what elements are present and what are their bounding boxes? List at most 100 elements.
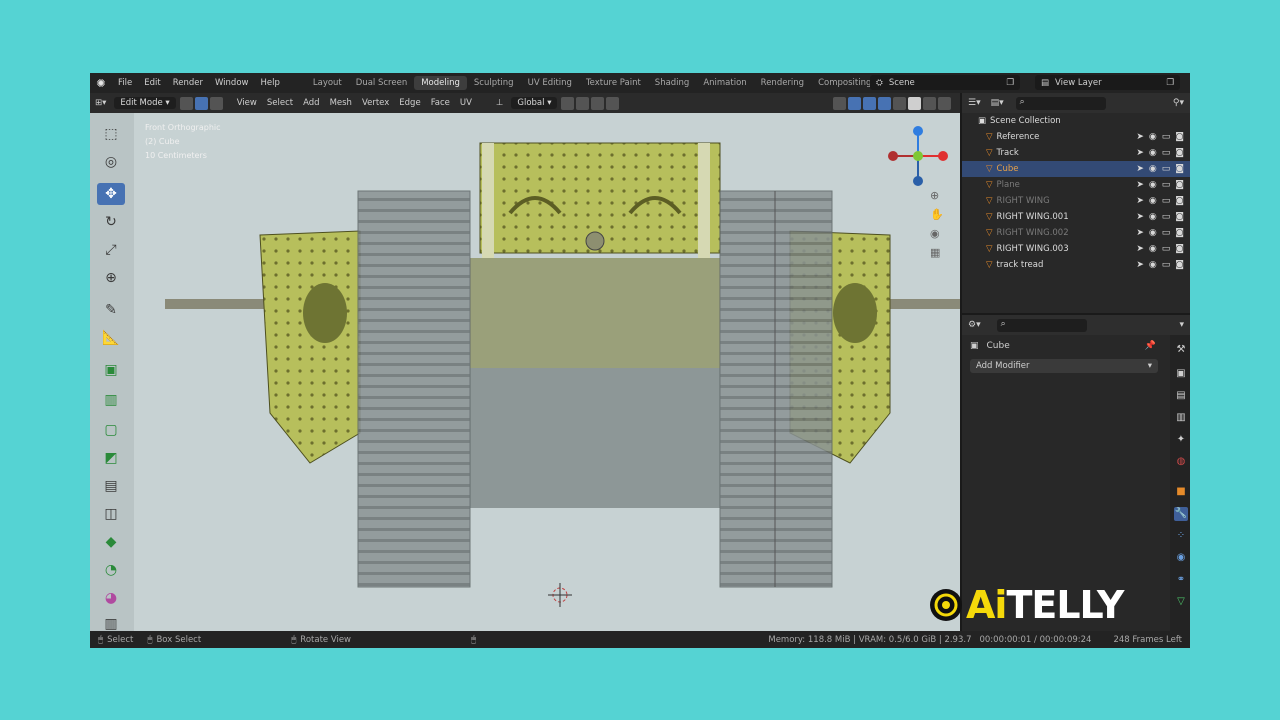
constraints-tab-icon[interactable]: ⚭ bbox=[1174, 573, 1188, 587]
monitor-icon[interactable]: ▭ bbox=[1162, 196, 1171, 206]
zoom-icon[interactable]: ⊕ bbox=[930, 189, 944, 202]
smooth-icon[interactable]: ◕ bbox=[97, 587, 125, 609]
monitor-icon[interactable]: ▭ bbox=[1162, 164, 1171, 174]
camera-icon[interactable]: ◙ bbox=[1175, 260, 1184, 270]
knife-icon[interactable]: ◫ bbox=[97, 503, 125, 525]
orientation-select[interactable]: Global ▾ bbox=[511, 97, 558, 109]
eye-icon[interactable]: ◉ bbox=[1149, 180, 1157, 190]
render-tab-icon[interactable]: ▣ bbox=[1174, 367, 1188, 381]
tab-compositing[interactable]: Compositing bbox=[811, 76, 878, 90]
world-tab-icon[interactable]: ◍ bbox=[1174, 455, 1188, 469]
select-arrow-icon[interactable]: ➤ bbox=[1136, 228, 1144, 238]
eye-icon[interactable]: ◉ bbox=[1149, 228, 1157, 238]
monitor-icon[interactable]: ▭ bbox=[1162, 244, 1171, 254]
material-shading-icon[interactable] bbox=[923, 96, 936, 110]
menu-file[interactable]: File bbox=[112, 78, 138, 88]
camera-icon[interactable]: ◙ bbox=[1175, 180, 1184, 190]
menu-help[interactable]: Help bbox=[254, 78, 285, 88]
snap-icon[interactable] bbox=[576, 96, 590, 110]
tab-rendering[interactable]: Rendering bbox=[754, 76, 811, 90]
tab-uv-editing[interactable]: UV Editing bbox=[521, 76, 579, 90]
select-arrow-icon[interactable]: ➤ bbox=[1136, 260, 1144, 270]
outliner-row[interactable]: ▽ Plane ➤ ◉ ▭ ◙ bbox=[962, 177, 1190, 193]
gizmo-icon[interactable] bbox=[848, 96, 861, 110]
menu-add[interactable]: Add bbox=[298, 96, 324, 110]
poly-build-icon[interactable]: ◆ bbox=[97, 531, 125, 553]
outliner-row[interactable]: ▽ Reference ➤ ◉ ▭ ◙ bbox=[962, 129, 1190, 145]
face-select-icon[interactable] bbox=[209, 96, 223, 110]
camera-icon[interactable]: ◙ bbox=[1175, 164, 1184, 174]
chevron-down-icon[interactable]: ▾ bbox=[1179, 320, 1184, 330]
eye-icon[interactable]: ◉ bbox=[1149, 148, 1157, 158]
tab-texture-paint[interactable]: Texture Paint bbox=[579, 76, 648, 90]
edge-select-icon[interactable] bbox=[194, 96, 208, 110]
tab-sculpting[interactable]: Sculpting bbox=[467, 76, 521, 90]
move-icon[interactable]: ✥ bbox=[97, 183, 125, 205]
menu-uv[interactable]: UV bbox=[455, 96, 477, 110]
monitor-icon[interactable]: ▭ bbox=[1162, 212, 1171, 222]
monitor-icon[interactable]: ▭ bbox=[1162, 148, 1171, 158]
pivot-icon[interactable] bbox=[561, 96, 575, 110]
menu-face[interactable]: Face bbox=[426, 96, 455, 110]
rendered-shading-icon[interactable] bbox=[938, 96, 951, 110]
select-arrow-icon[interactable]: ➤ bbox=[1136, 180, 1144, 190]
wireframe-shading-icon[interactable] bbox=[893, 96, 906, 110]
select-arrow-icon[interactable]: ➤ bbox=[1136, 244, 1144, 254]
scene-collection-row[interactable]: ▣ Scene Collection bbox=[962, 113, 1190, 129]
camera-icon[interactable]: ◙ bbox=[1175, 212, 1184, 222]
snap-target-icon[interactable] bbox=[591, 96, 605, 110]
menu-select[interactable]: Select bbox=[262, 96, 298, 110]
scene-tab-icon[interactable]: ✦ bbox=[1174, 433, 1188, 447]
tab-layout[interactable]: Layout bbox=[306, 76, 349, 90]
outliner-row[interactable]: ▽ Cube ➤ ◉ ▭ ◙ bbox=[962, 161, 1190, 177]
add-modifier-dropdown[interactable]: Add Modifier ▾ bbox=[970, 359, 1158, 373]
eye-icon[interactable]: ◉ bbox=[1149, 132, 1157, 142]
menu-view[interactable]: View bbox=[232, 96, 262, 110]
outliner-row[interactable]: ▽ RIGHT WING.002 ➤ ◉ ▭ ◙ bbox=[962, 225, 1190, 241]
particles-tab-icon[interactable]: ⁘ bbox=[1174, 529, 1188, 543]
outliner-row[interactable]: ▽ RIGHT WING.003 ➤ ◉ ▭ ◙ bbox=[962, 241, 1190, 257]
camera-icon[interactable]: ◙ bbox=[1175, 244, 1184, 254]
visibility-icon[interactable] bbox=[833, 96, 846, 110]
select-arrow-icon[interactable]: ➤ bbox=[1136, 212, 1144, 222]
measure-icon[interactable]: 📐 bbox=[97, 327, 125, 349]
select-arrow-icon[interactable]: ➤ bbox=[1136, 196, 1144, 206]
rotate-icon[interactable]: ↻ bbox=[97, 211, 125, 233]
select-arrow-icon[interactable]: ➤ bbox=[1136, 164, 1144, 174]
menu-vertex[interactable]: Vertex bbox=[357, 96, 394, 110]
select-box-icon[interactable]: ⬚ bbox=[97, 123, 125, 145]
view-layer-selector[interactable]: ▤ View Layer ❐ bbox=[1035, 75, 1180, 90]
tab-dual-screen[interactable]: Dual Screen bbox=[349, 76, 414, 90]
inset-icon[interactable]: ▢ bbox=[97, 419, 125, 441]
proportional-icon[interactable] bbox=[606, 96, 620, 110]
camera-icon[interactable]: ◙ bbox=[1175, 148, 1184, 158]
eye-icon[interactable]: ◉ bbox=[1149, 196, 1157, 206]
annotate-icon[interactable]: ✎ bbox=[97, 299, 125, 321]
eye-icon[interactable]: ◉ bbox=[1149, 164, 1157, 174]
camera-icon[interactable]: ◙ bbox=[1175, 196, 1184, 206]
menu-edit[interactable]: Edit bbox=[138, 78, 166, 88]
vertex-select-icon[interactable] bbox=[179, 96, 193, 110]
pin-icon[interactable]: 📌 bbox=[1145, 341, 1156, 351]
camera-icon[interactable]: ◙ bbox=[1175, 228, 1184, 238]
eye-icon[interactable]: ◉ bbox=[1149, 244, 1157, 254]
tab-animation[interactable]: Animation bbox=[696, 76, 753, 90]
tab-shading[interactable]: Shading bbox=[648, 76, 697, 90]
spin-icon[interactable]: ◔ bbox=[97, 559, 125, 581]
object-tab-icon[interactable]: ■ bbox=[1174, 485, 1188, 499]
outliner-row[interactable]: ▽ Track ➤ ◉ ▭ ◙ bbox=[962, 145, 1190, 161]
properties-editor-icon[interactable]: ⚙▾ bbox=[968, 320, 981, 330]
modifier-wrench-icon[interactable]: 🔧 bbox=[1174, 507, 1188, 521]
pan-hand-icon[interactable]: ✋ bbox=[930, 208, 944, 221]
solid-shading-icon[interactable] bbox=[908, 96, 921, 110]
grid-icon[interactable]: ▦ bbox=[930, 246, 944, 259]
outliner-search-input[interactable]: ⌕ bbox=[1015, 96, 1106, 110]
overlay-icon[interactable] bbox=[863, 96, 876, 110]
outliner-row[interactable]: ▽ RIGHT WING ➤ ◉ ▭ ◙ bbox=[962, 193, 1190, 209]
add-cube-icon[interactable]: ▣ bbox=[97, 359, 125, 381]
select-arrow-icon[interactable]: ➤ bbox=[1136, 148, 1144, 158]
axis-gizmo[interactable] bbox=[880, 121, 950, 191]
editor-type-icon[interactable]: ⊞▾ bbox=[90, 96, 111, 110]
filter-icon[interactable]: ⚲▾ bbox=[1173, 98, 1184, 108]
outliner-row[interactable]: ▽ RIGHT WING.001 ➤ ◉ ▭ ◙ bbox=[962, 209, 1190, 225]
